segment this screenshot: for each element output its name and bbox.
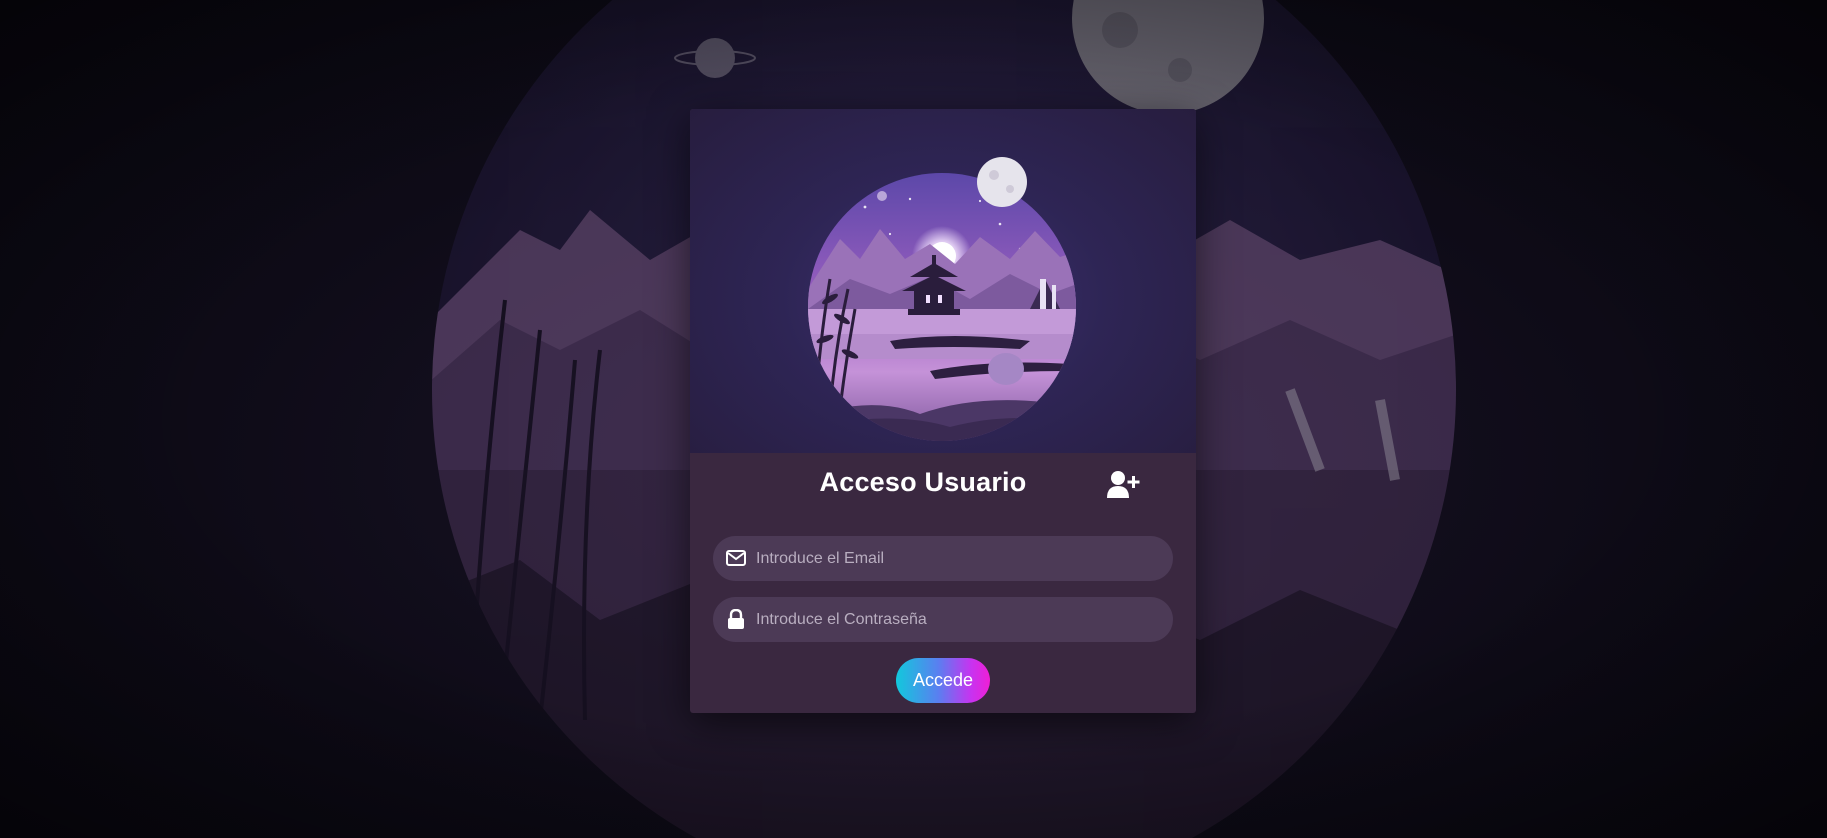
email-field — [713, 536, 1173, 581]
lock-icon — [728, 609, 744, 629]
user-plus-icon[interactable] — [1106, 469, 1140, 499]
password-input[interactable] — [756, 597, 1161, 642]
login-card: Acceso Usuario Introduce el Email Accede — [690, 109, 1196, 713]
title-row: Acceso Usuario — [690, 467, 1196, 507]
envelope-icon — [726, 550, 746, 566]
night-landscape-illustration — [808, 157, 1076, 441]
password-field — [713, 597, 1173, 642]
hero-image — [690, 109, 1196, 453]
submit-button[interactable]: Accede — [896, 658, 990, 703]
email-input[interactable] — [756, 536, 1161, 581]
login-form: Acceso Usuario Introduce el Email Accede — [690, 453, 1196, 713]
login-page: Acceso Usuario Introduce el Email Accede — [0, 0, 1827, 838]
